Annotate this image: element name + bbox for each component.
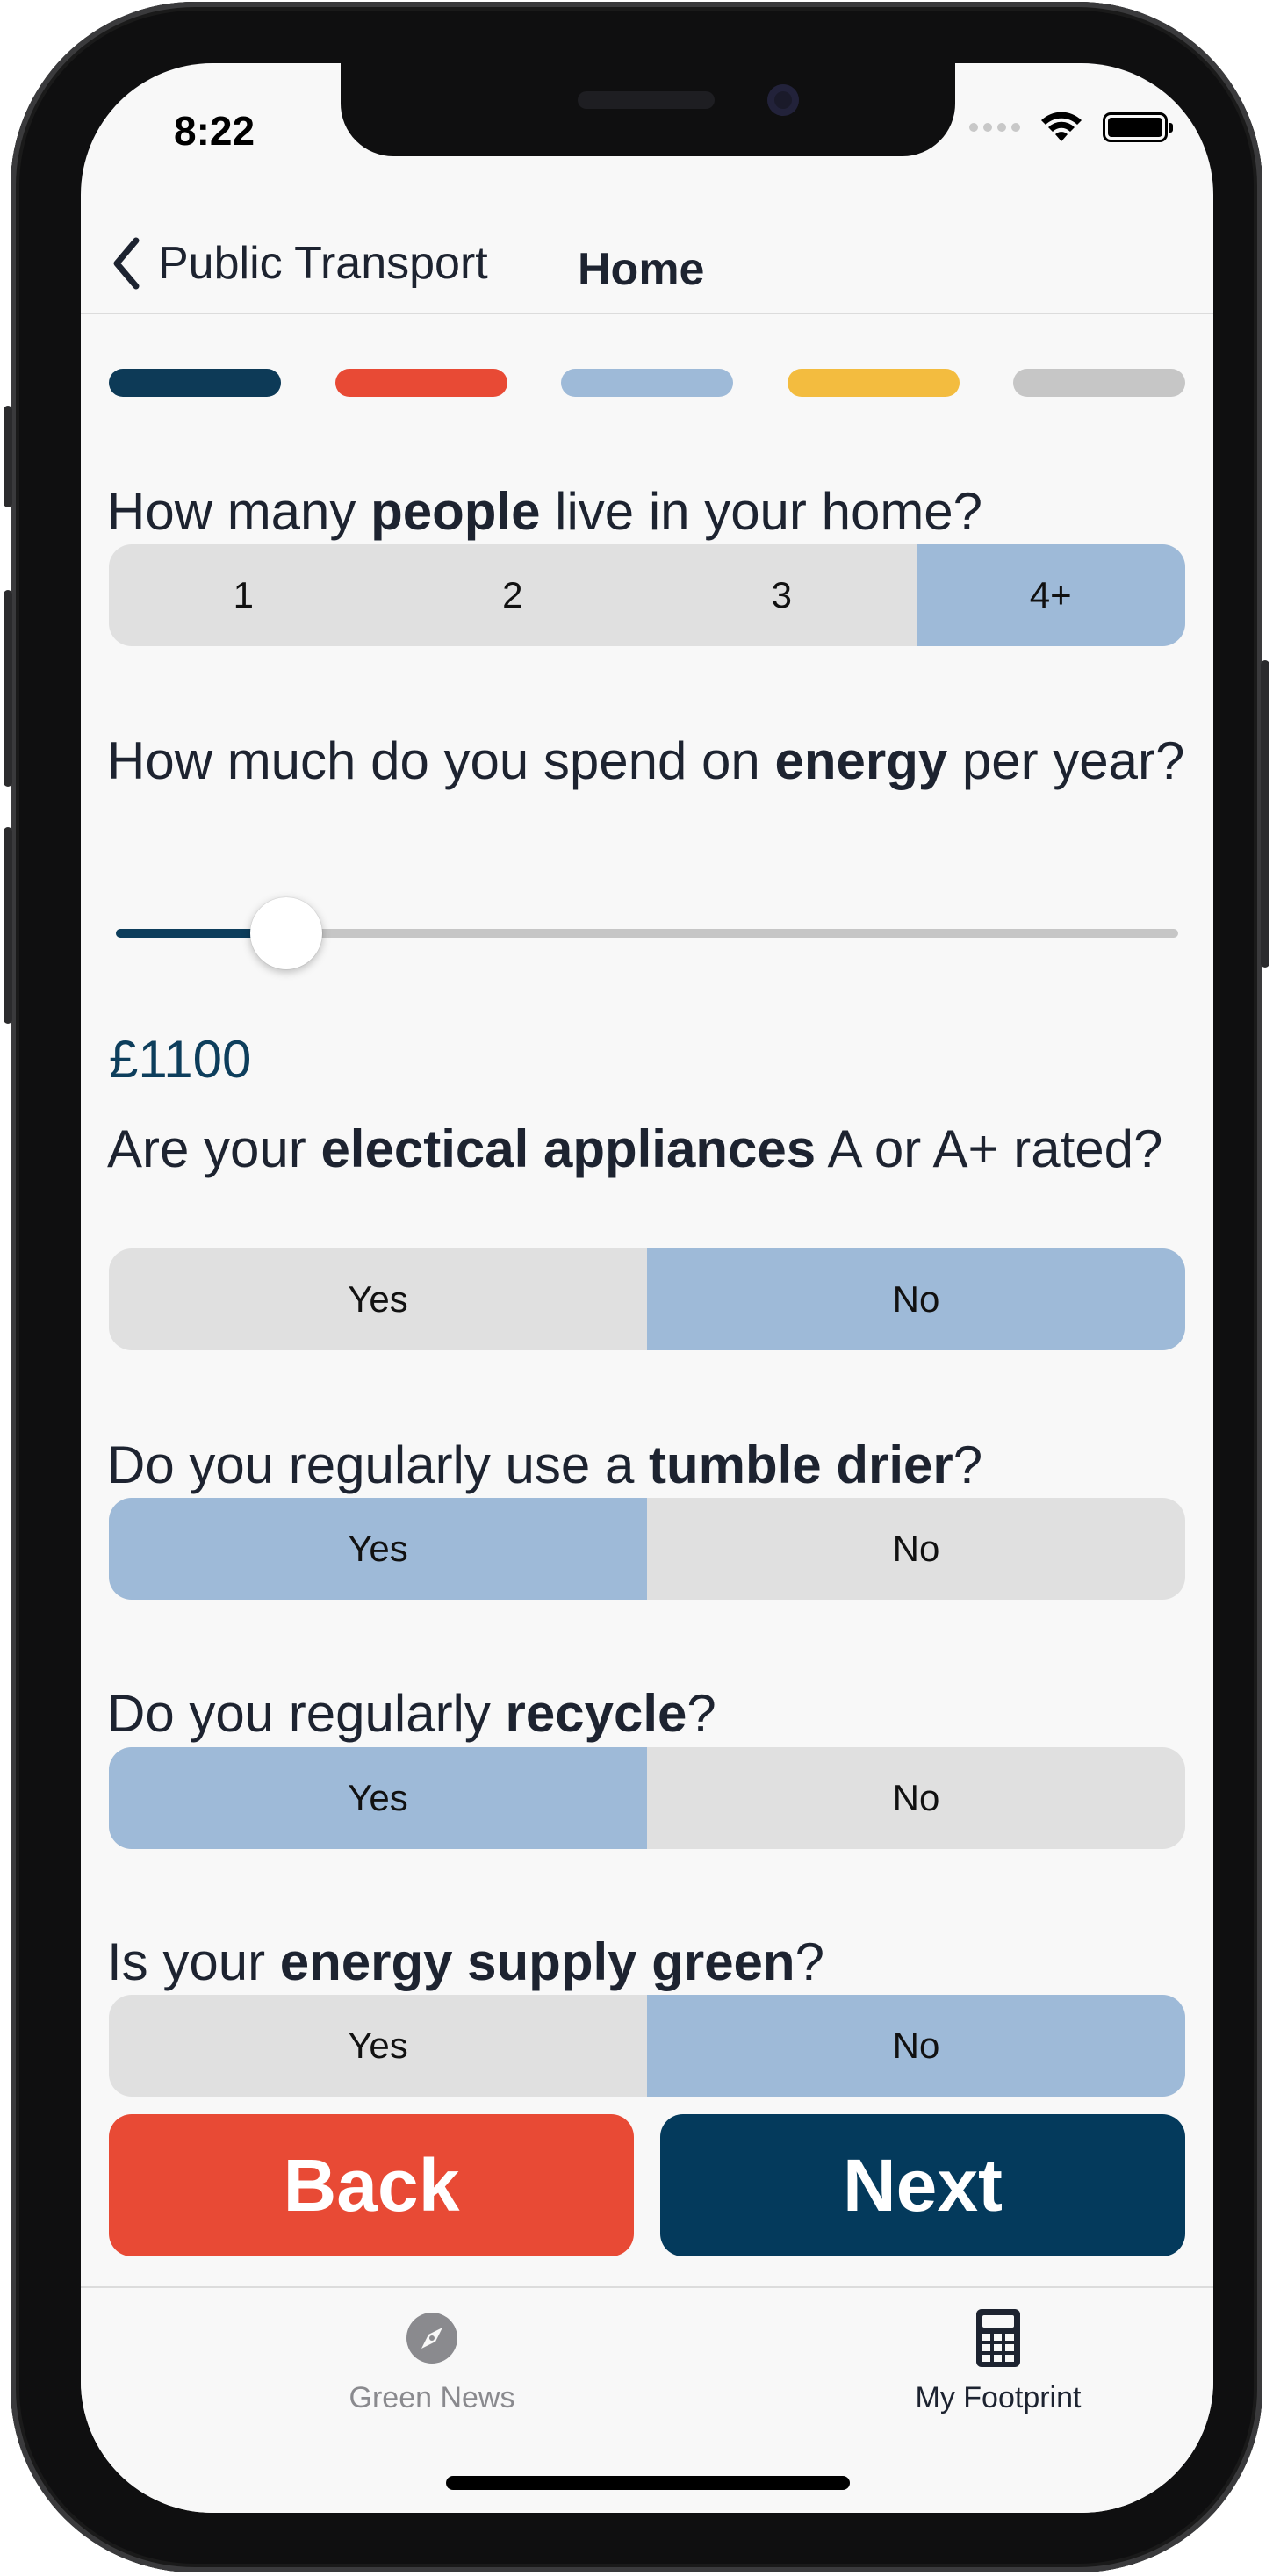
progress-step-1 [109,369,281,397]
energy-spend-value: £1100 [109,1030,252,1089]
progress-step-2 [334,369,507,397]
recycle-yes-option[interactable]: Yes [109,1747,647,1849]
notch [341,63,955,156]
progress-step-3 [561,369,733,397]
next-button[interactable]: Next [660,2114,1185,2256]
people-option-4-plus[interactable]: 4+ [916,544,1185,646]
battery-icon [1103,112,1173,142]
tumble-drier-yes-option[interactable]: Yes [109,1498,647,1600]
status-icons [969,112,1173,142]
people-option-1[interactable]: 1 [109,544,378,646]
volume-down-button [4,827,12,1024]
appliances-toggle: Yes No [109,1248,1185,1350]
tab-label-my-footprint: My Footprint [915,2381,1082,2414]
back-nav-label: Public Transport [158,238,488,289]
question-energy: How much do you spend on energy per year… [107,731,1185,790]
recycle-no-option[interactable]: No [647,1747,1185,1849]
tab-green-news[interactable]: Green News [256,2307,608,2415]
status-time: 8:22 [174,108,255,154]
tab-my-footprint[interactable]: My Footprint [823,2307,1174,2415]
question-appliances: Are your electical appliances A or A+ ra… [107,1119,1163,1178]
step-progress [109,369,1185,397]
volume-up-button [4,590,12,787]
phone-frame: 8:22 Public Transport Home How many peop… [4,2,1269,2572]
question-green-supply: Is your energy supply green? [107,1932,824,1991]
power-button [1261,660,1269,968]
question-people: How many people live in your home? [107,482,983,541]
wifi-icon [1041,112,1082,141]
tab-label-green-news: Green News [349,2381,515,2414]
tumble-drier-toggle: Yes No [109,1498,1185,1600]
appliances-no-option[interactable]: No [647,1248,1185,1350]
front-camera [767,84,799,116]
chevron-left-icon [100,230,153,297]
cellular-signal-icon [969,123,1020,132]
tumble-drier-no-option[interactable]: No [647,1498,1185,1600]
slider-thumb[interactable] [249,897,322,969]
progress-step-5 [1013,369,1185,397]
green-supply-toggle: Yes No [109,1995,1185,2097]
people-option-2[interactable]: 2 [378,544,648,646]
recycle-toggle: Yes No [109,1747,1185,1849]
question-recycle: Do you regularly recycle? [107,1684,716,1743]
back-button[interactable]: Back [109,2114,634,2256]
calculator-icon [967,2307,1029,2369]
question-tumble-drier: Do you regularly use a tumble drier? [107,1436,983,1494]
back-nav-button[interactable]: Public Transport [100,230,488,297]
action-buttons: Back Next [109,2114,1185,2256]
progress-step-4 [787,369,960,397]
home-indicator [446,2476,850,2490]
green-supply-no-option[interactable]: No [647,1995,1185,2097]
earpiece-speaker [578,91,715,109]
people-selector: 1 2 3 4+ [109,544,1185,646]
silent-switch [4,406,12,507]
page-title: Home [578,244,705,295]
people-option-3[interactable]: 3 [647,544,917,646]
navigation-bar: Public Transport Home [81,212,1213,314]
screen: 8:22 Public Transport Home How many peop… [81,63,1213,2513]
appliances-yes-option[interactable]: Yes [109,1248,647,1350]
green-supply-yes-option[interactable]: Yes [109,1995,647,2097]
compass-icon [401,2307,463,2369]
energy-spend-slider[interactable] [116,894,1178,973]
